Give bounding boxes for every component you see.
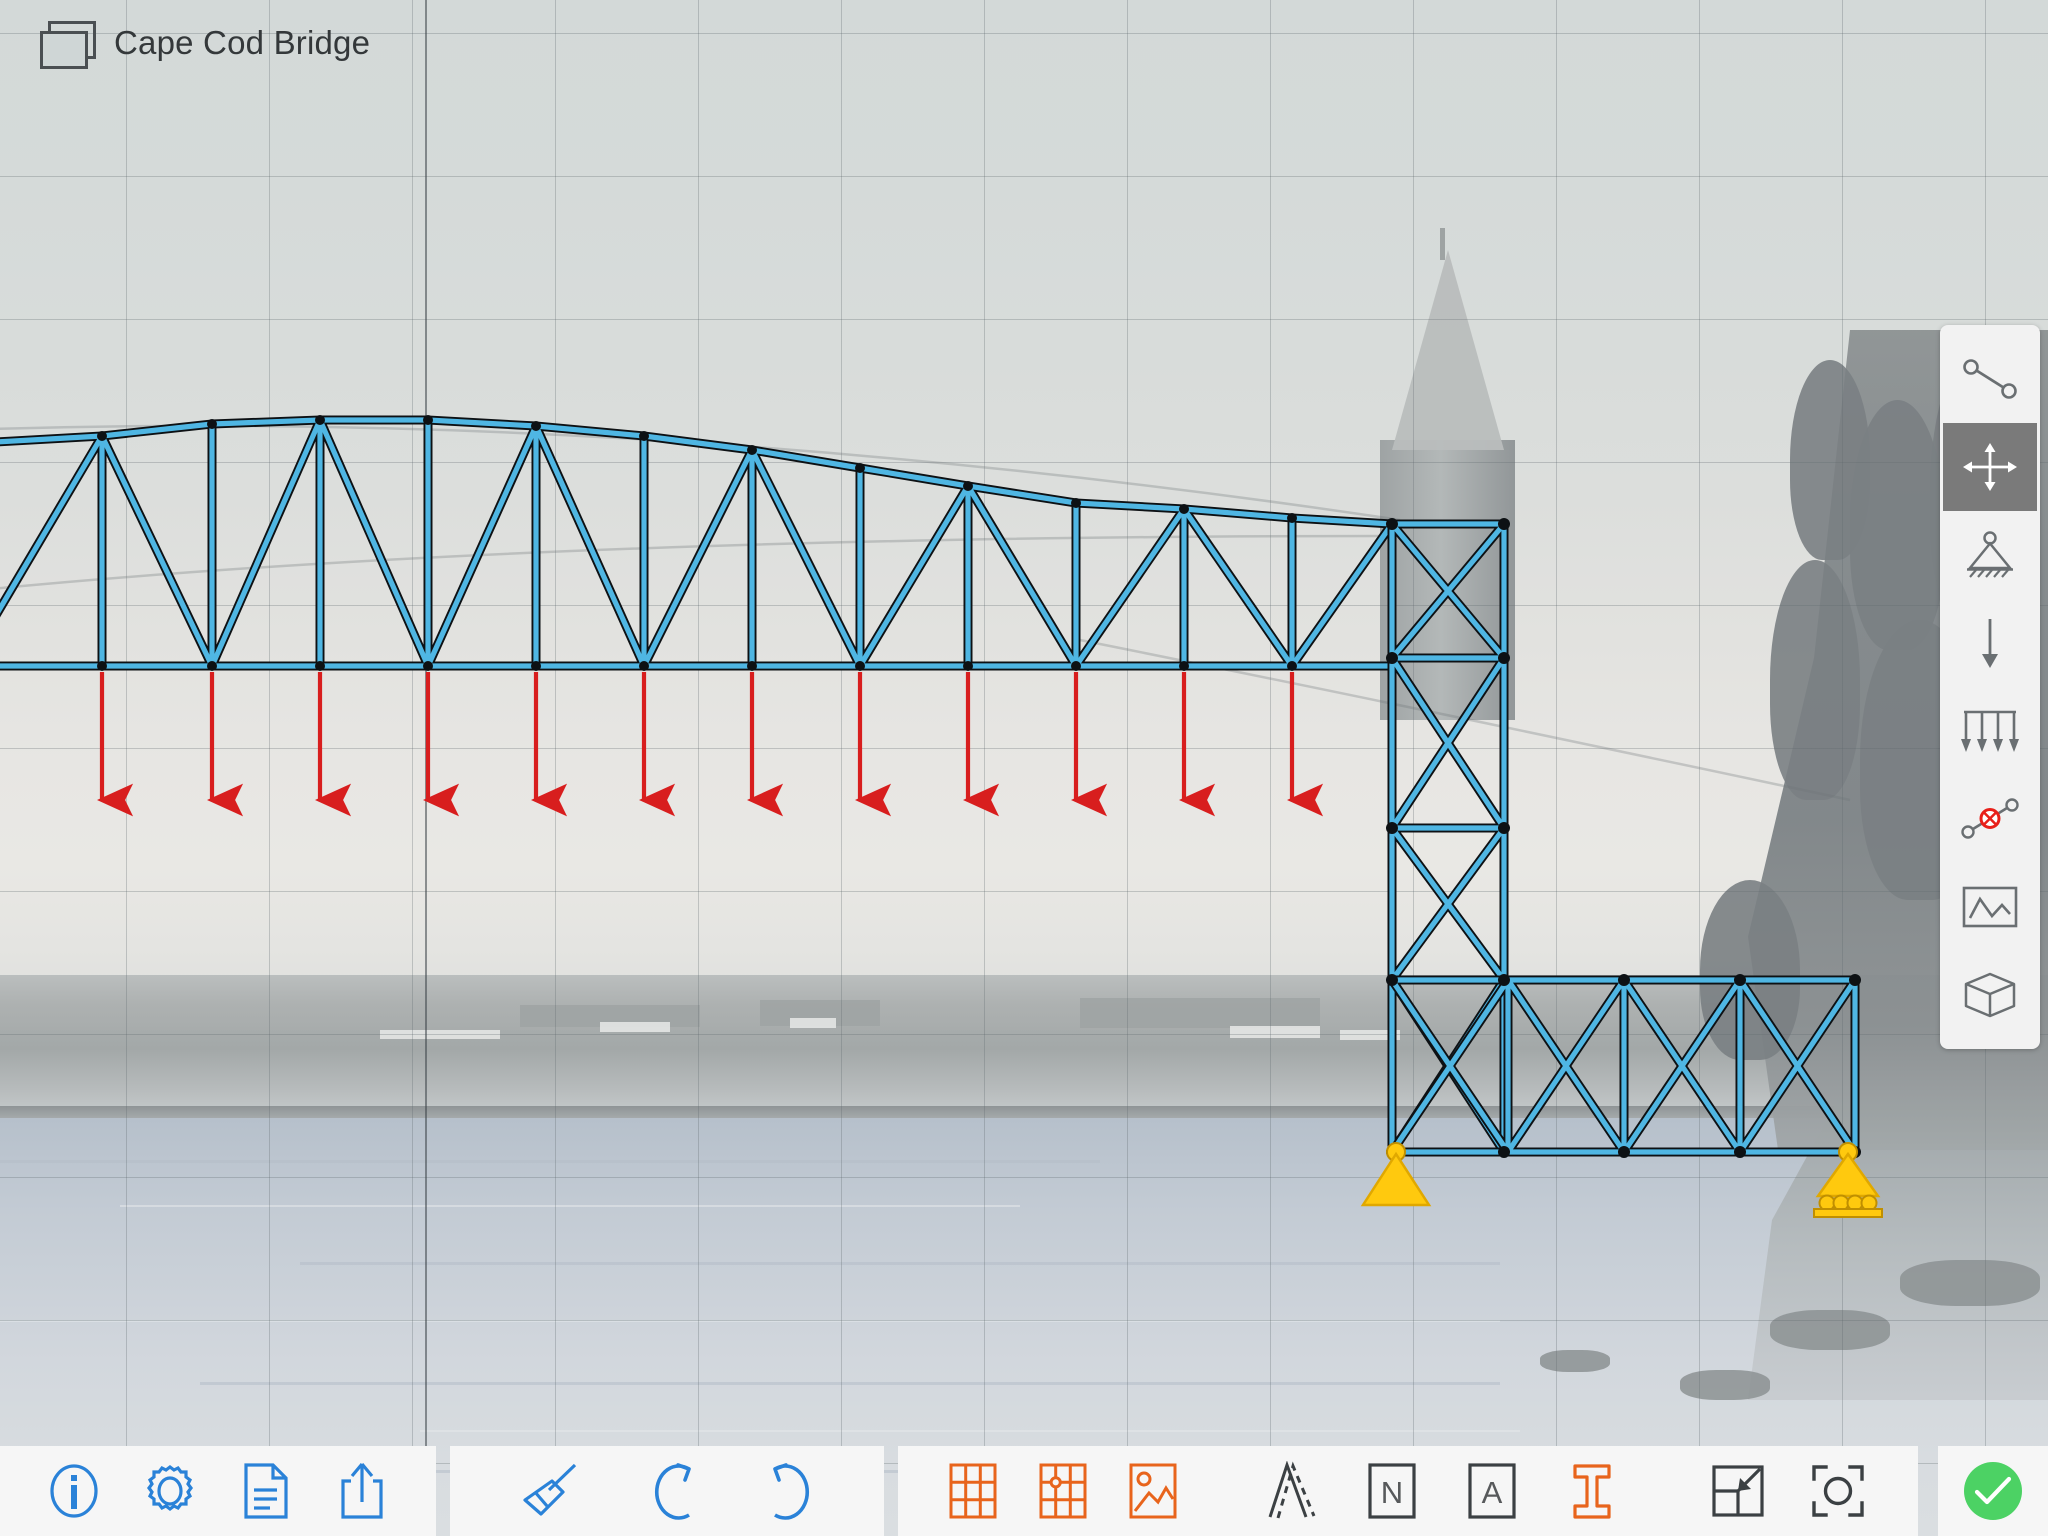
redo-button[interactable] [732,1446,850,1536]
select-button[interactable] [1788,1446,1888,1536]
undo-icon [654,1463,691,1520]
tool-member[interactable] [1943,335,2037,423]
photo-lighthouse-body [1380,440,1515,720]
photo-lighthouse-roof [1392,250,1504,450]
grid-button[interactable] [928,1446,1018,1536]
svg-text:N: N [1381,1475,1403,1510]
tool-distributed-load[interactable] [1943,687,2037,775]
member-release-icon [1961,798,2019,839]
select-target-icon [1812,1465,1864,1517]
undo-button[interactable] [614,1446,732,1536]
move-arrows-icon [1963,443,2017,491]
background-photograph [0,0,2048,1536]
node-label-icon: N [1368,1463,1416,1519]
clear-button[interactable] [484,1446,614,1536]
photo-sky [0,0,2048,1030]
info-button[interactable] [26,1446,122,1536]
edit-group [450,1446,884,1536]
tool-results[interactable] [1943,863,2037,951]
grid-axis-line [425,0,427,1480]
document-header: Cape Cod Bridge [0,0,370,86]
broom-icon [523,1463,577,1516]
settings-button[interactable] [122,1446,218,1536]
node-labels-button[interactable]: N [1342,1446,1442,1536]
documents-icon[interactable] [40,21,96,69]
bottom-toolbar[interactable]: N A [0,1446,2048,1536]
section-button[interactable] [1542,1446,1642,1536]
zoom-fit-icon [1712,1465,1764,1517]
document-title[interactable]: Cape Cod Bridge [114,24,370,62]
pin-support-icon [1967,531,2013,578]
drawing-tools-toolbar[interactable] [1940,325,2040,1049]
deflection-icon [1268,1461,1316,1519]
tool-point-load[interactable] [1943,599,2037,687]
member-line-icon [1963,359,2017,399]
annotations-button[interactable]: A [1442,1446,1542,1536]
image-icon [1129,1463,1177,1519]
tool-support[interactable] [1943,511,2037,599]
tool-release[interactable] [1943,775,2037,863]
view-group: N A [898,1446,1918,1536]
background-button[interactable] [1108,1446,1198,1536]
confirm-group [1938,1446,2048,1536]
redo-icon [773,1463,810,1520]
share-button[interactable] [314,1446,410,1536]
share-icon [341,1462,383,1519]
tool-three-d[interactable] [1943,951,2037,1039]
gear-icon [147,1465,193,1511]
tool-move[interactable] [1943,423,2037,511]
text-label-icon: A [1468,1463,1516,1519]
info-circle-icon [50,1464,98,1518]
grid-snap-button[interactable] [1018,1446,1108,1536]
grid-icon [949,1463,997,1519]
zoom-fit-button[interactable] [1688,1446,1788,1536]
toolbar-divider-2 [884,1446,898,1536]
down-arrow-load-icon [1982,619,1998,668]
svg-text:A: A [1482,1475,1503,1510]
toolbar-divider [436,1446,450,1536]
i-beam-icon [1573,1464,1611,1519]
results-graph-icon [1962,886,2018,928]
document-icon [244,1463,288,1519]
checkmark-icon [1974,1476,2012,1505]
deflection-button[interactable] [1242,1446,1342,1536]
report-button[interactable] [218,1446,314,1536]
grid-snap-icon [1039,1463,1087,1519]
cube-icon [1964,972,2016,1018]
photo-lighthouse-finial [1440,228,1445,260]
confirm-button[interactable] [1964,1462,2022,1520]
file-group [0,1446,436,1536]
distributed-load-icon [1961,710,2019,752]
